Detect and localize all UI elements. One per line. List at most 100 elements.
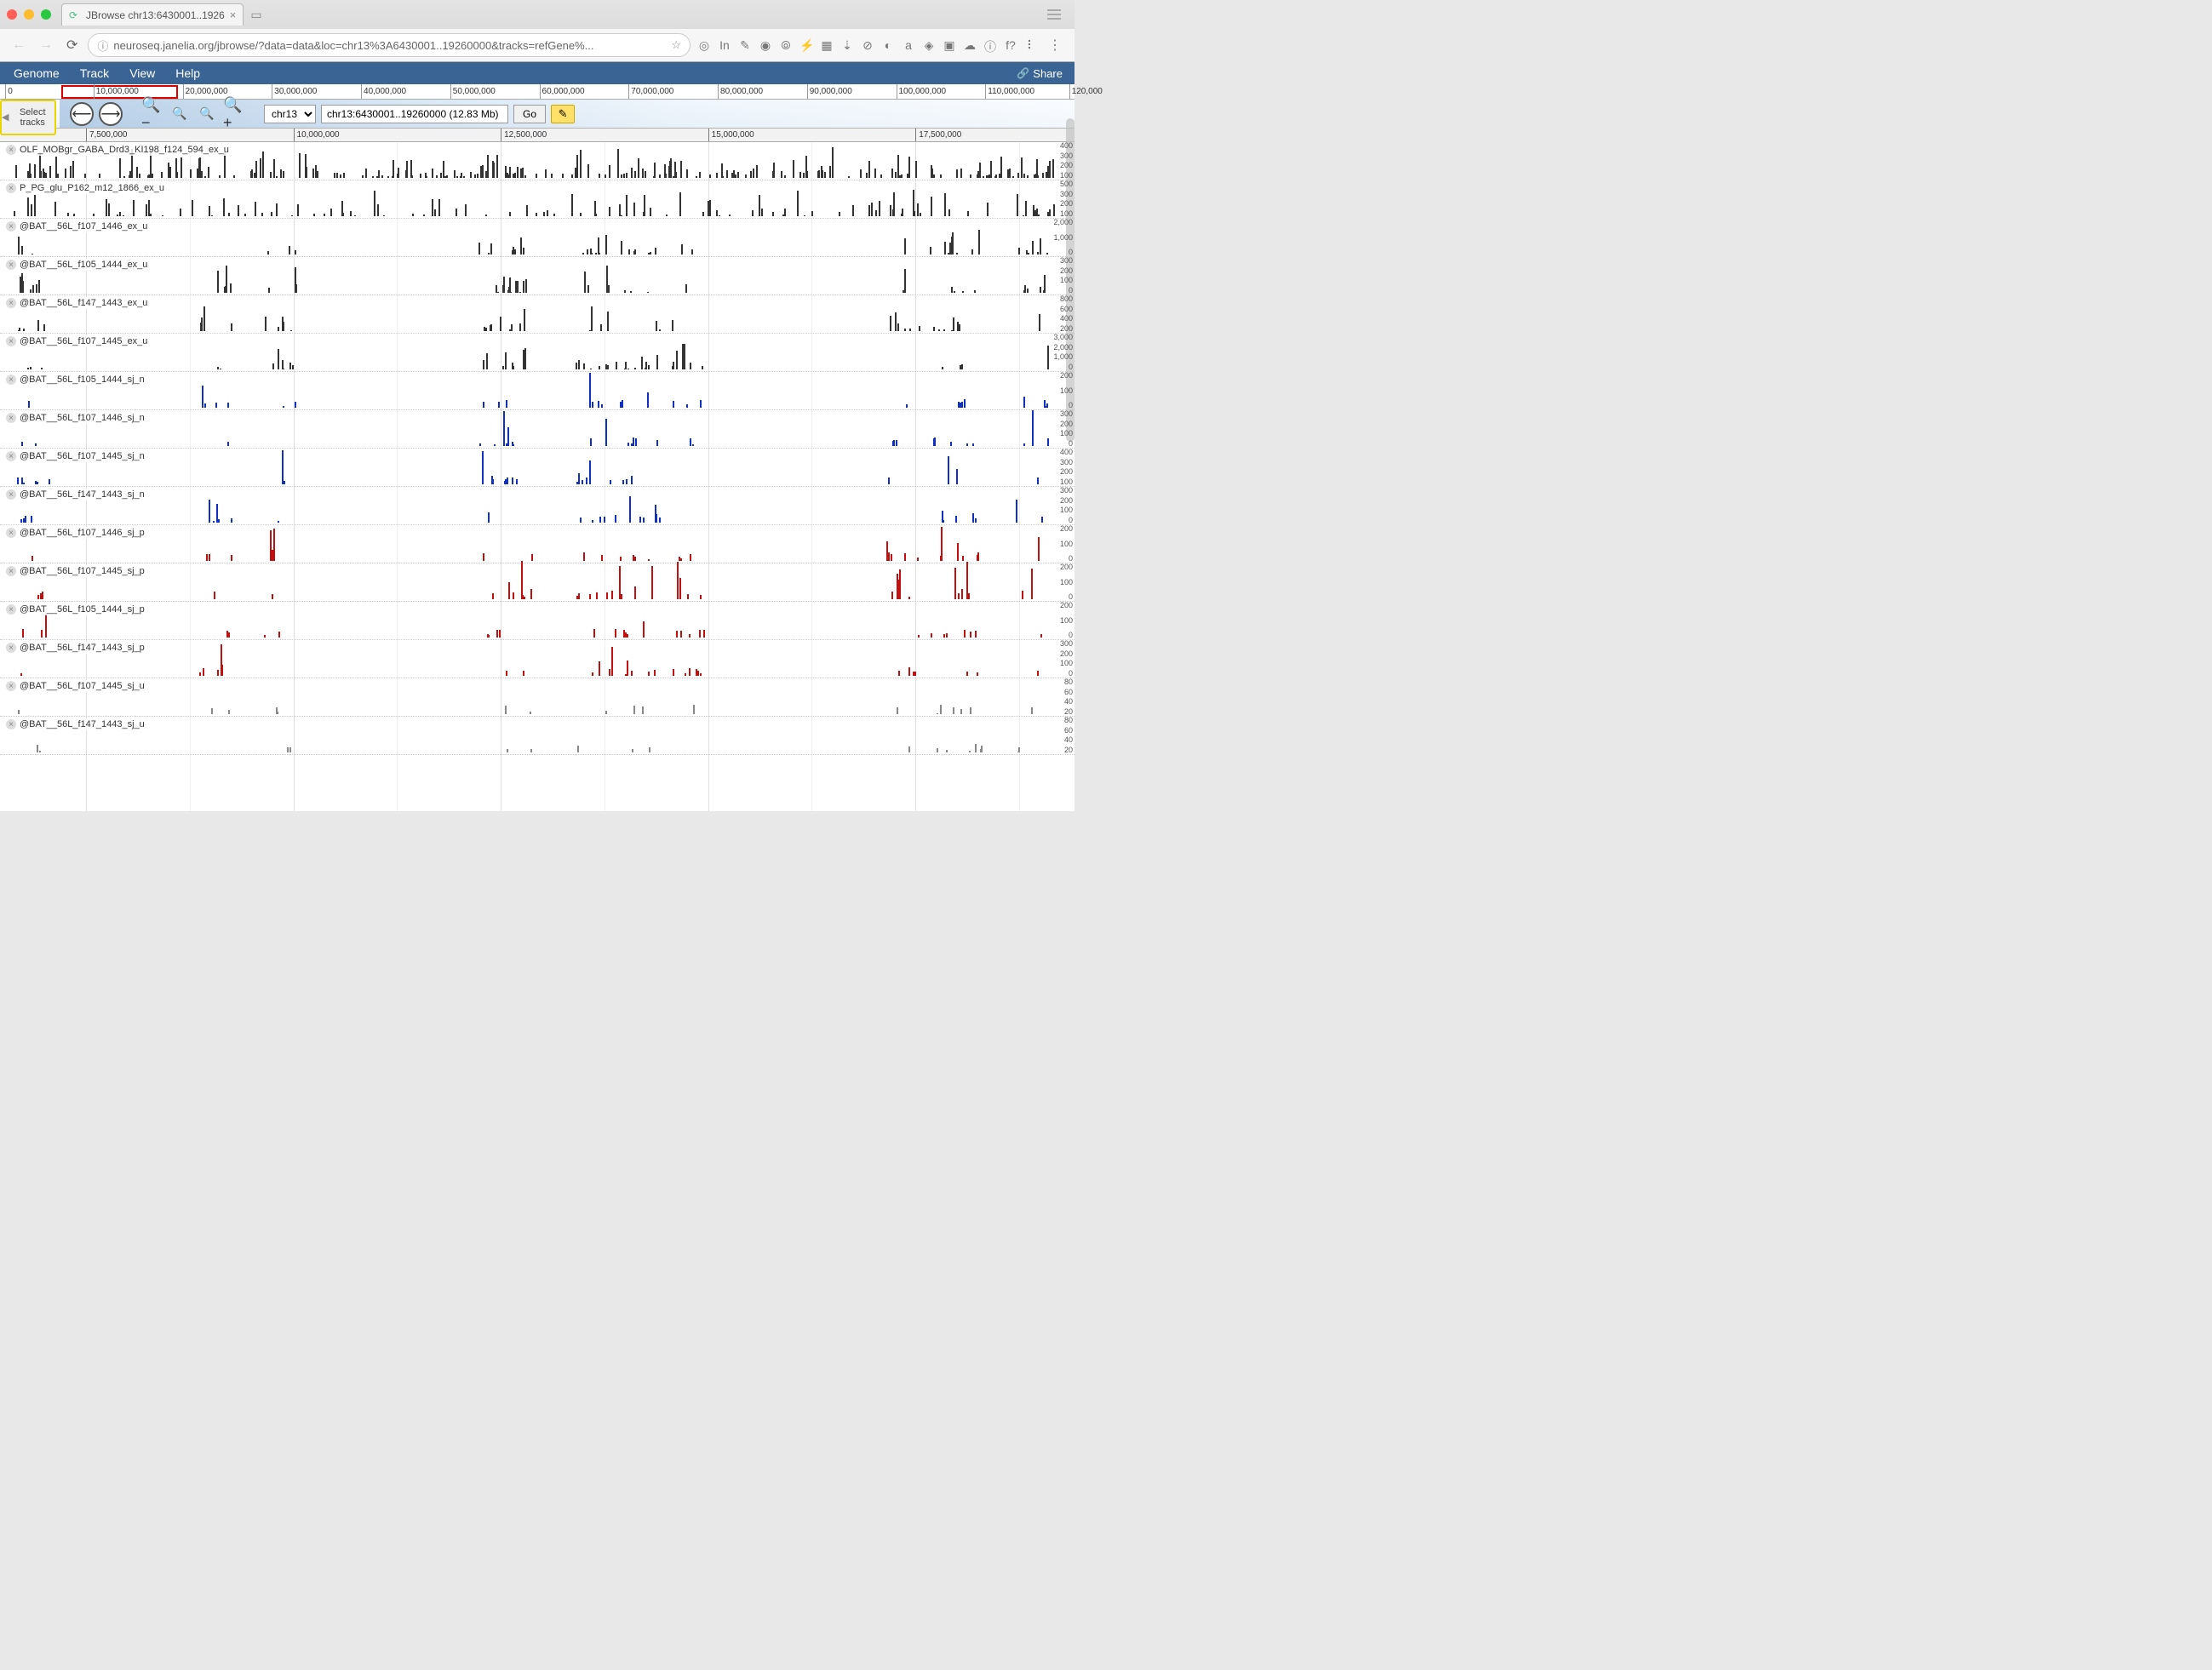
track-label[interactable]: ×@BAT__56L_f105_1444_sj_p (3, 603, 147, 615)
coverage-bar (654, 670, 656, 676)
track-label[interactable]: ×@BAT__56L_f147_1443_sj_u (3, 718, 147, 730)
track-label[interactable]: ×@BAT__56L_f107_1446_sj_p (3, 527, 147, 539)
track-close-icon[interactable]: × (6, 413, 16, 423)
tab-overflow-icon[interactable] (1047, 9, 1061, 20)
track-label[interactable]: ×@BAT__56L_f147_1443_sj_n (3, 489, 147, 500)
forward-button[interactable]: → (36, 36, 56, 54)
track-canvas[interactable]: 80604020 (0, 678, 1074, 716)
tab-close-icon[interactable]: × (230, 9, 237, 21)
zoom-in-button[interactable]: 🔍 (196, 103, 218, 125)
window-controls[interactable] (7, 9, 51, 20)
track-canvas[interactable]: 3,0002,0001,0000 (0, 334, 1074, 371)
track-canvas[interactable]: 3002001000 (0, 257, 1074, 295)
location-input[interactable] (321, 105, 508, 123)
track-close-icon[interactable]: × (6, 298, 16, 308)
track-canvas[interactable]: 2,0001,0000 (0, 219, 1074, 256)
track-close-icon[interactable]: × (6, 183, 16, 193)
track-close-icon[interactable]: × (6, 719, 16, 729)
site-info-icon[interactable]: ⓘ (97, 37, 108, 54)
track-canvas[interactable]: 2001000 (0, 602, 1074, 639)
extension-icon[interactable]: ⓘ (983, 38, 997, 52)
track-close-icon[interactable]: × (6, 221, 16, 232)
extension-icon[interactable]: ◐ (881, 38, 895, 52)
extension-icon[interactable]: ◈ (922, 38, 936, 52)
extension-icon[interactable]: ▦ (820, 38, 834, 52)
scroll-right-button[interactable]: ⟶ (99, 102, 123, 126)
scroll-left-button[interactable]: ⟵ (70, 102, 94, 126)
track-close-icon[interactable]: × (6, 604, 16, 615)
menu-help[interactable]: Help (165, 66, 210, 80)
zoom-out-button[interactable]: 🔍 (169, 103, 191, 125)
select-tracks-button[interactable]: ◀ Select tracks (0, 100, 56, 135)
menu-track[interactable]: Track (70, 66, 119, 80)
tracks-area[interactable]: ×OLF_MOBgr_GABA_Drd3_KI198_f124_594_ex_u… (0, 142, 1074, 811)
track-label[interactable]: ×P_PG_glu_P162_m12_1866_ex_u (3, 182, 167, 194)
zoom-in-big-button[interactable]: 🔍+ (223, 103, 245, 125)
track-label[interactable]: ×@BAT__56L_f107_1445_sj_n (3, 450, 147, 462)
track-canvas[interactable]: 2001000 (0, 525, 1074, 563)
back-button[interactable]: ← (9, 36, 29, 54)
extension-icon[interactable]: f? (1004, 38, 1017, 52)
menu-view[interactable]: View (119, 66, 165, 80)
minimize-window-icon[interactable] (24, 9, 34, 20)
close-window-icon[interactable] (7, 9, 17, 20)
track-close-icon[interactable]: × (6, 336, 16, 346)
track-label[interactable]: ×@BAT__56L_f107_1446_ex_u (3, 220, 150, 232)
maximize-window-icon[interactable] (41, 9, 51, 20)
chromosome-select[interactable]: chr13 (264, 105, 316, 123)
track-close-icon[interactable]: × (6, 375, 16, 385)
track-canvas[interactable]: 800600400200 (0, 295, 1074, 333)
track-canvas[interactable]: 2001000 (0, 372, 1074, 409)
extension-icon[interactable]: ✎ (738, 38, 752, 52)
reload-button[interactable]: ⟳ (63, 35, 81, 55)
track-label[interactable]: ×@BAT__56L_f105_1444_sj_n (3, 374, 147, 386)
track-label[interactable]: ×@BAT__56L_f107_1445_sj_u (3, 680, 147, 692)
extension-icon[interactable]: ⦾ (779, 38, 793, 52)
browser-menu-button[interactable]: ⋮ (1045, 37, 1066, 54)
extension-icon[interactable]: ◉ (759, 38, 772, 52)
extension-icon[interactable]: ⇣ (840, 38, 854, 52)
track-close-icon[interactable]: × (6, 681, 16, 691)
track-canvas[interactable]: 400300200100 (0, 449, 1074, 486)
address-bar[interactable]: ⓘ neuroseq.janelia.org/jbrowse/?data=dat… (88, 33, 691, 57)
browser-tab[interactable]: ⟳ JBrowse chr13:6430001..1926 × (61, 3, 244, 26)
extension-icon[interactable]: a (902, 38, 915, 52)
track-close-icon[interactable]: × (6, 528, 16, 538)
bookmark-star-icon[interactable]: ☆ (671, 38, 681, 52)
track-canvas[interactable]: 2001000 (0, 563, 1074, 601)
track-close-icon[interactable]: × (6, 260, 16, 270)
track-close-icon[interactable]: × (6, 489, 16, 500)
new-tab-button[interactable]: ▭ (244, 8, 268, 22)
track-canvas[interactable]: 3002001000 (0, 640, 1074, 678)
coverage-bar (621, 241, 622, 255)
track-canvas[interactable]: 80604020 (0, 717, 1074, 754)
go-button[interactable]: Go (513, 105, 546, 123)
track-close-icon[interactable]: × (6, 566, 16, 576)
track-label[interactable]: ×@BAT__56L_f107_1445_ex_u (3, 335, 150, 347)
extension-icon[interactable]: ⚡ (799, 38, 813, 52)
track-label[interactable]: ×OLF_MOBgr_GABA_Drd3_KI198_f124_594_ex_u (3, 144, 232, 156)
zoom-out-big-button[interactable]: 🔍− (141, 103, 163, 125)
extension-icon[interactable]: ☁ (963, 38, 977, 52)
track-canvas[interactable]: 3002001000 (0, 487, 1074, 524)
track-close-icon[interactable]: × (6, 145, 16, 155)
coverage-bar (1025, 201, 1027, 216)
extension-icon[interactable]: ▣ (943, 38, 956, 52)
coverage-bar (20, 519, 22, 523)
share-button[interactable]: 🔗 Share (1008, 67, 1071, 80)
coverage-bar (987, 203, 989, 216)
extension-icon[interactable]: ⊘ (861, 38, 874, 52)
highlight-button[interactable]: ✎ (551, 105, 575, 123)
track-close-icon[interactable]: × (6, 643, 16, 653)
track-close-icon[interactable]: × (6, 451, 16, 461)
track-label[interactable]: ×@BAT__56L_f107_1445_sj_p (3, 565, 147, 577)
track-label[interactable]: ×@BAT__56L_f147_1443_ex_u (3, 297, 150, 309)
menu-genome[interactable]: Genome (3, 66, 70, 80)
extension-icon[interactable]: In (718, 38, 731, 52)
track-canvas[interactable]: 3002001000 (0, 410, 1074, 448)
extension-icon[interactable]: ⠇ (1024, 38, 1038, 52)
track-label[interactable]: ×@BAT__56L_f147_1443_sj_p (3, 642, 147, 654)
track-label[interactable]: ×@BAT__56L_f107_1446_sj_n (3, 412, 147, 424)
track-label[interactable]: ×@BAT__56L_f105_1444_ex_u (3, 259, 150, 271)
extension-icon[interactable]: ◎ (697, 38, 711, 52)
